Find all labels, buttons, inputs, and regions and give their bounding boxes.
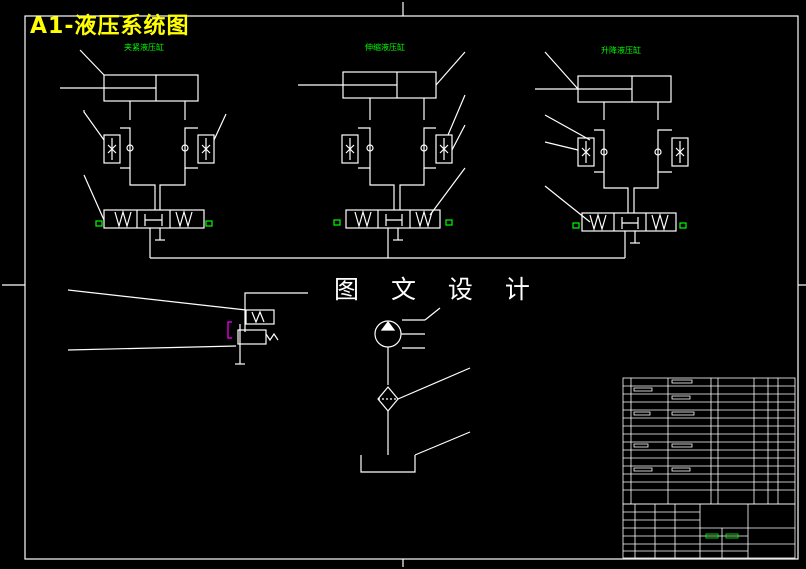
telescopic-cylinder-label: 伸缩液压缸 [365, 43, 405, 52]
telescopic-circuit [341, 51, 466, 258]
oil-tank [360, 431, 471, 473]
lifting-cylinder-label: 升降液压缸 [601, 46, 641, 55]
telescopic-cylinder [298, 71, 437, 120]
pump-unit [374, 307, 441, 385]
pressure-valve-group [67, 289, 308, 365]
filter-unit [377, 367, 471, 455]
parts-list-table [622, 377, 796, 505]
drawing-title: A1-液压系统图 [30, 14, 190, 39]
clamping-circuit [79, 49, 227, 258]
lifting-cylinder [535, 75, 672, 120]
watermark-text: 图 文 设 计 [334, 275, 542, 304]
clamping-cylinder-label: 夹紧液压缸 [124, 43, 164, 52]
lifting-circuit [544, 51, 689, 258]
title-block-table [622, 503, 796, 559]
clamping-cylinder [60, 74, 199, 120]
